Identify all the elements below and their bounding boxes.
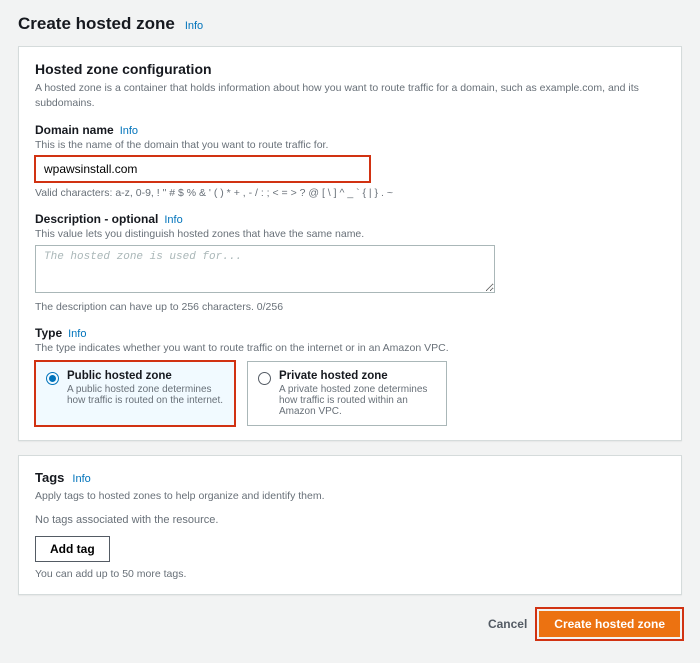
description-label: Description - optional: [35, 212, 158, 226]
radio-private-hosted-zone[interactable]: Private hosted zone A private hosted zon…: [247, 361, 447, 426]
tags-heading: Tags: [35, 470, 64, 485]
description-hint: This value lets you distinguish hosted z…: [35, 228, 665, 240]
radio-icon: [46, 372, 59, 385]
type-field: Type Info The type indicates whether you…: [35, 326, 665, 426]
create-hosted-zone-button[interactable]: Create hosted zone: [539, 611, 680, 637]
info-link-tags[interactable]: Info: [72, 473, 90, 485]
radio-title: Public hosted zone: [67, 370, 224, 382]
radio-public-hosted-zone[interactable]: Public hosted zone A public hosted zone …: [35, 361, 235, 426]
tags-empty-state: No tags associated with the resource.: [35, 514, 665, 526]
domain-name-valid-chars: Valid characters: a-z, 0-9, ! " # $ % & …: [35, 187, 665, 199]
info-link-domain[interactable]: Info: [120, 125, 138, 137]
domain-name-input[interactable]: [35, 156, 370, 182]
radio-desc: A private hosted zone determines how tra…: [279, 384, 436, 417]
info-link-page[interactable]: Info: [185, 20, 203, 32]
page-header: Create hosted zone Info: [18, 14, 682, 34]
add-tag-button[interactable]: Add tag: [35, 536, 110, 562]
type-label: Type: [35, 326, 62, 340]
domain-name-hint: This is the name of the domain that you …: [35, 139, 665, 151]
radio-title: Private hosted zone: [279, 370, 436, 382]
domain-name-label: Domain name: [35, 123, 114, 137]
description-field: Description - optional Info This value l…: [35, 212, 665, 313]
footer-actions: Cancel Create hosted zone: [18, 609, 682, 639]
tags-limit: You can add up to 50 more tags.: [35, 568, 665, 580]
tags-description: Apply tags to hosted zones to help organ…: [35, 489, 665, 504]
config-heading: Hosted zone configuration: [35, 61, 665, 77]
description-counter: The description can have up to 256 chara…: [35, 301, 665, 313]
info-link-type[interactable]: Info: [68, 328, 86, 340]
tags-panel: Tags Info Apply tags to hosted zones to …: [18, 455, 682, 595]
radio-icon: [258, 372, 271, 385]
domain-name-field: Domain name Info This is the name of the…: [35, 123, 665, 199]
info-link-description[interactable]: Info: [164, 214, 182, 226]
page-title: Create hosted zone: [18, 14, 175, 34]
description-textarea[interactable]: [35, 245, 495, 293]
radio-desc: A public hosted zone determines how traf…: [67, 384, 224, 406]
type-hint: The type indicates whether you want to r…: [35, 342, 665, 354]
submit-highlight: Create hosted zone: [537, 609, 682, 639]
hosted-zone-config-panel: Hosted zone configuration A hosted zone …: [18, 46, 682, 441]
cancel-button[interactable]: Cancel: [488, 617, 527, 631]
config-description: A hosted zone is a container that holds …: [35, 81, 665, 110]
